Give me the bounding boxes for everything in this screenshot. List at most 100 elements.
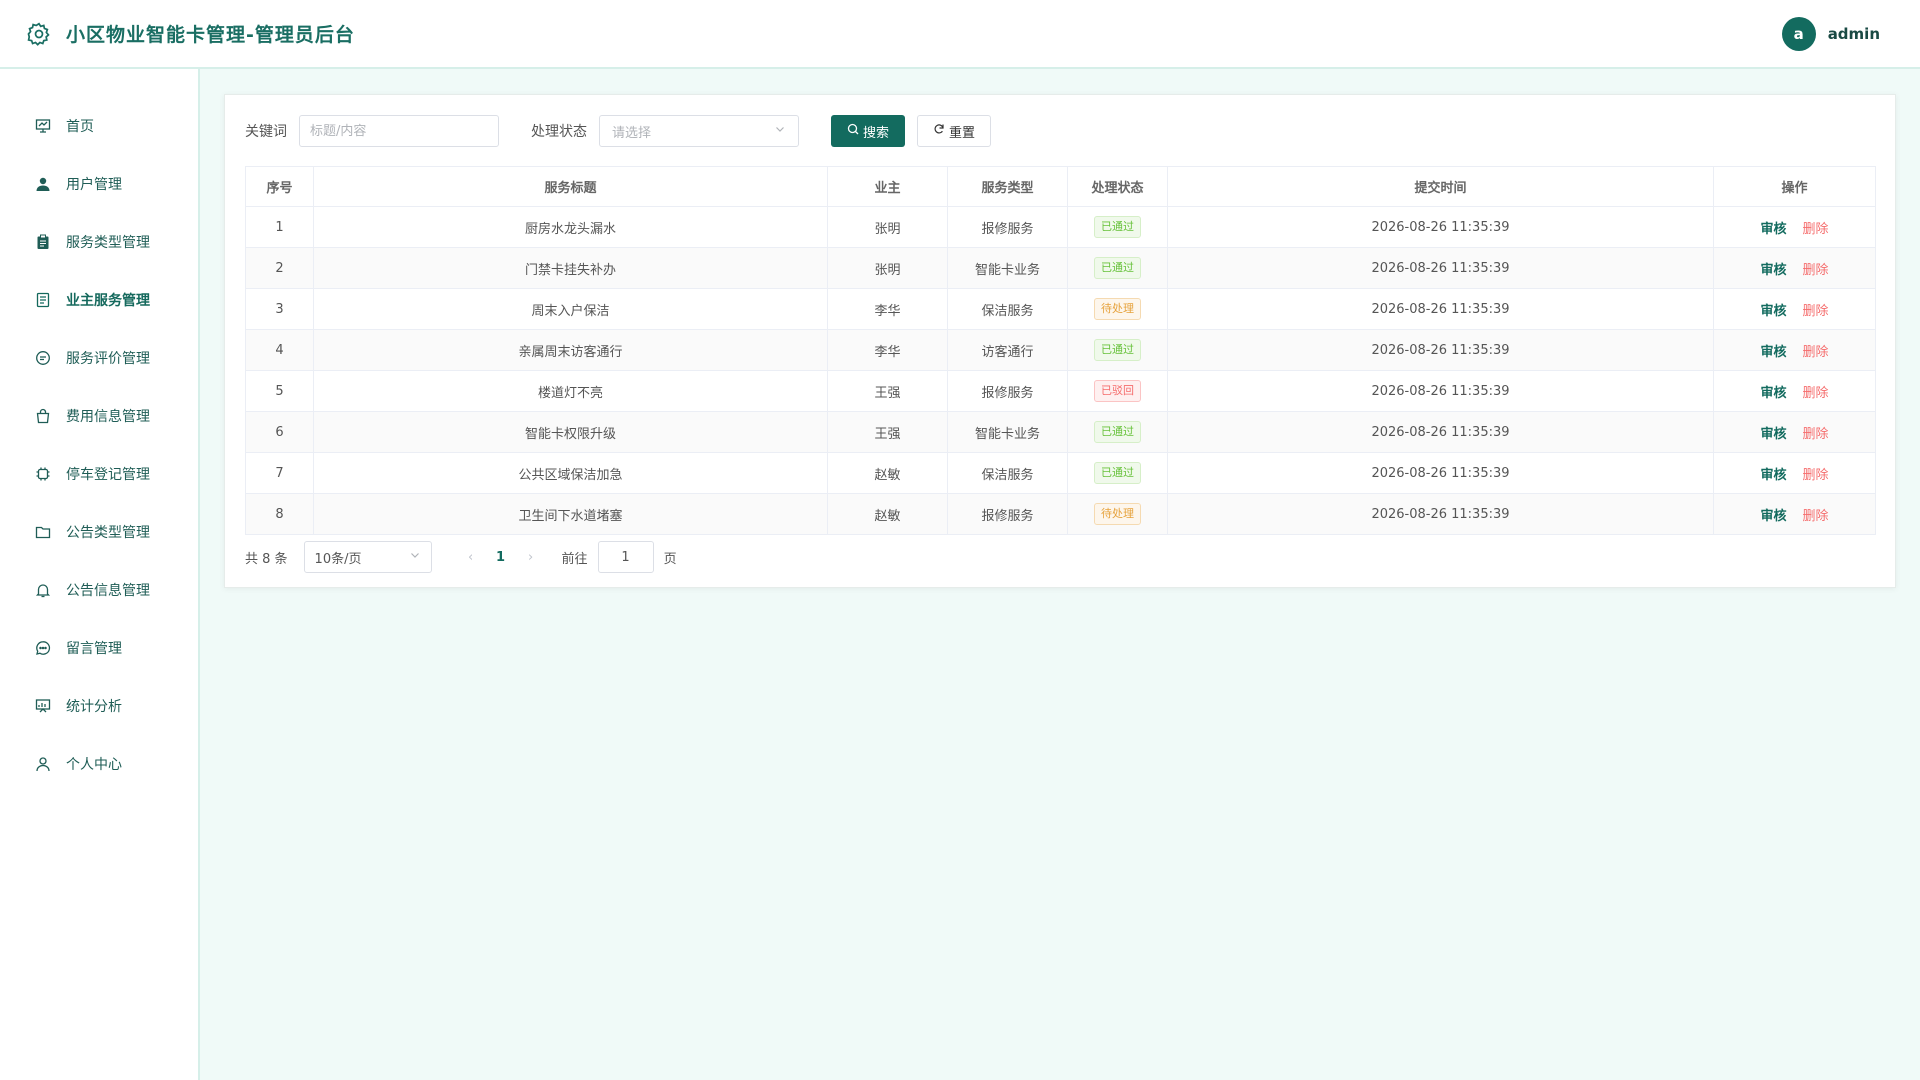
row-type: 保洁服务 bbox=[947, 288, 1068, 330]
delete-button[interactable]: 删除 bbox=[1803, 304, 1829, 319]
review-button[interactable]: 审核 bbox=[1760, 304, 1786, 319]
sidebar-item-users[interactable]: 用户管理 bbox=[0, 155, 198, 213]
row-type: 访客通行 bbox=[947, 329, 1068, 371]
row-type: 报修服务 bbox=[947, 206, 1068, 248]
delete-button[interactable]: 删除 bbox=[1803, 386, 1829, 401]
username[interactable]: admin bbox=[1828, 25, 1880, 43]
sidebar-item-service-reviews[interactable]: 服务评价管理 bbox=[0, 329, 198, 387]
status-badge: 已通过 bbox=[1094, 257, 1141, 279]
sidebar-item-owner-services[interactable]: 业主服务管理 bbox=[0, 271, 198, 329]
review-button[interactable]: 审核 bbox=[1760, 263, 1786, 278]
row-owner: 李华 bbox=[827, 288, 948, 330]
column-header-no[interactable]: 序号 bbox=[245, 166, 314, 207]
top-header: 小区物业智能卡管理-管理员后台 a admin bbox=[0, 0, 1920, 69]
table-header-row: 序号 服务标题 业主 服务类型 处理状态 提交时间 操作 bbox=[245, 166, 1876, 207]
row-time: 2026-08-26 11:35:39 bbox=[1167, 452, 1714, 494]
prev-page-icon[interactable]: ‹ bbox=[456, 550, 486, 565]
page-number[interactable]: 1 bbox=[486, 550, 516, 565]
table-row: 5 楼道灯不亮 王强 报修服务 已驳回 2026-08-26 11:35:39 审核 删除 bbox=[245, 370, 1876, 412]
row-actions: 审核 删除 bbox=[1713, 370, 1876, 412]
avatar[interactable]: a bbox=[1781, 16, 1816, 51]
row-no: 8 bbox=[245, 493, 314, 535]
sidebar-item-messages[interactable]: 留言管理 bbox=[0, 619, 198, 677]
row-owner: 赵敏 bbox=[827, 452, 948, 494]
sidebar-item-label: 服务类型管理 bbox=[66, 235, 150, 251]
sidebar-item-home[interactable]: 首页 bbox=[0, 97, 198, 155]
page-suffix: 页 bbox=[663, 551, 677, 567]
table-row: 2 门禁卡挂失补办 张明 智能卡业务 已通过 2026-08-26 11:35:39 审核 删… bbox=[245, 247, 1876, 289]
row-time: 2026-08-26 11:35:39 bbox=[1167, 247, 1714, 289]
row-title: 楼道灯不亮 bbox=[313, 370, 828, 412]
page-size-select[interactable]: 10条/页 bbox=[303, 541, 432, 573]
table-row: 4 亲属周末访客通行 李华 访客通行 已通过 2026-08-26 11:35:39 审核 删… bbox=[245, 329, 1876, 371]
review-button[interactable]: 审核 bbox=[1760, 386, 1786, 401]
sidebar-item-notice-types[interactable]: 公告类型管理 bbox=[0, 503, 198, 561]
folder-icon bbox=[34, 523, 52, 541]
row-owner: 赵敏 bbox=[827, 493, 948, 535]
table-row: 8 卫生间下水道堵塞 赵敏 报修服务 待处理 2026-08-26 11:35:39 审核 删… bbox=[245, 493, 1876, 535]
row-no: 5 bbox=[245, 370, 314, 412]
row-actions: 审核 删除 bbox=[1713, 206, 1876, 248]
sidebar: 首页 用户管理 服务类型管理 业主服务管理 服务评价管理 费用信息管理 停车登记… bbox=[0, 69, 200, 1080]
review-button[interactable]: 审核 bbox=[1760, 427, 1786, 442]
chevron-down-icon bbox=[774, 123, 786, 139]
document-icon bbox=[34, 291, 52, 309]
sidebar-item-statistics[interactable]: 统计分析 bbox=[0, 677, 198, 735]
row-no: 3 bbox=[245, 288, 314, 330]
row-type: 保洁服务 bbox=[947, 452, 1068, 494]
delete-button[interactable]: 删除 bbox=[1803, 345, 1829, 360]
row-status-cell: 待处理 bbox=[1067, 288, 1168, 330]
sidebar-item-service-types[interactable]: 服务类型管理 bbox=[0, 213, 198, 271]
review-button[interactable]: 审核 bbox=[1760, 345, 1786, 360]
delete-button[interactable]: 删除 bbox=[1803, 222, 1829, 237]
user-menu[interactable]: a admin bbox=[1781, 16, 1880, 51]
column-header-time[interactable]: 提交时间 bbox=[1167, 166, 1714, 207]
keyword-input[interactable] bbox=[299, 115, 499, 147]
clipboard-icon bbox=[34, 233, 52, 251]
row-status-cell: 待处理 bbox=[1067, 493, 1168, 535]
row-title: 智能卡权限升级 bbox=[313, 411, 828, 453]
app-title: 小区物业智能卡管理-管理员后台 bbox=[66, 24, 355, 46]
sidebar-item-fees[interactable]: 费用信息管理 bbox=[0, 387, 198, 445]
row-no: 4 bbox=[245, 329, 314, 371]
row-status-cell: 已通过 bbox=[1067, 452, 1168, 494]
sidebar-item-parking[interactable]: 停车登记管理 bbox=[0, 445, 198, 503]
refresh-icon bbox=[933, 123, 945, 139]
next-page-icon[interactable]: › bbox=[516, 550, 546, 565]
status-badge: 待处理 bbox=[1094, 298, 1141, 320]
sidebar-item-label: 费用信息管理 bbox=[66, 409, 150, 425]
column-header-type[interactable]: 服务类型 bbox=[947, 166, 1068, 207]
row-type: 智能卡业务 bbox=[947, 247, 1068, 289]
sidebar-item-label: 个人中心 bbox=[66, 757, 122, 773]
column-header-title[interactable]: 服务标题 bbox=[313, 166, 828, 207]
delete-button[interactable]: 删除 bbox=[1803, 427, 1829, 442]
row-title: 亲属周末访客通行 bbox=[313, 329, 828, 371]
delete-button[interactable]: 删除 bbox=[1803, 468, 1829, 483]
column-header-status[interactable]: 处理状态 bbox=[1067, 166, 1168, 207]
row-time: 2026-08-26 11:35:39 bbox=[1167, 206, 1714, 248]
status-label: 处理状态 bbox=[531, 124, 587, 140]
status-badge: 已通过 bbox=[1094, 462, 1141, 484]
column-header-owner[interactable]: 业主 bbox=[827, 166, 948, 207]
row-no: 7 bbox=[245, 452, 314, 494]
row-owner: 张明 bbox=[827, 206, 948, 248]
reset-button[interactable]: 重置 bbox=[917, 115, 992, 147]
row-time: 2026-08-26 11:35:39 bbox=[1167, 329, 1714, 371]
search-button[interactable]: 搜索 bbox=[831, 115, 906, 147]
review-button[interactable]: 审核 bbox=[1760, 222, 1786, 237]
status-badge: 已通过 bbox=[1094, 339, 1141, 361]
review-button[interactable]: 审核 bbox=[1760, 468, 1786, 483]
delete-button[interactable]: 删除 bbox=[1803, 263, 1829, 278]
status-select[interactable]: 请选择 bbox=[599, 115, 799, 147]
sidebar-item-notices[interactable]: 公告信息管理 bbox=[0, 561, 198, 619]
review-button[interactable]: 审核 bbox=[1760, 509, 1786, 524]
status-badge: 待处理 bbox=[1094, 503, 1141, 525]
sidebar-item-profile[interactable]: 个人中心 bbox=[0, 735, 198, 793]
delete-button[interactable]: 删除 bbox=[1803, 509, 1829, 524]
row-time: 2026-08-26 11:35:39 bbox=[1167, 411, 1714, 453]
pagination: 共 8 条 10条/页 ‹ 1 › 前往 页 bbox=[245, 535, 1875, 579]
row-no: 6 bbox=[245, 411, 314, 453]
status-badge: 已驳回 bbox=[1094, 380, 1141, 402]
sidebar-item-label: 首页 bbox=[66, 119, 94, 135]
goto-page-input[interactable] bbox=[597, 541, 654, 573]
